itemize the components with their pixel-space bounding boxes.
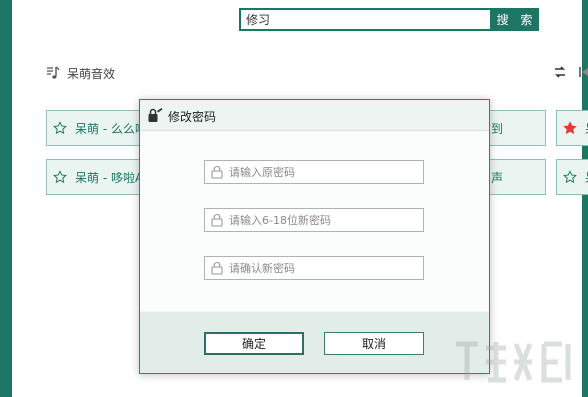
lock-edit-icon bbox=[148, 108, 163, 122]
tile-label: 呆萌 - 哆啦A bbox=[75, 170, 144, 185]
search-input[interactable] bbox=[239, 8, 490, 31]
sound-tile[interactable]: 呆 bbox=[556, 159, 588, 195]
confirm-password-input[interactable] bbox=[229, 261, 409, 275]
confirm-button[interactable]: 确定 bbox=[204, 332, 304, 355]
tile-label: 呆萌 - 么么哒 bbox=[75, 121, 147, 136]
new-password-field bbox=[204, 208, 424, 232]
padlock-icon bbox=[211, 214, 223, 227]
shuffle-icon[interactable] bbox=[552, 64, 568, 80]
star-icon[interactable] bbox=[563, 170, 577, 184]
dialog-title: 修改密码 bbox=[168, 110, 217, 124]
right-accent-strip bbox=[582, 0, 588, 397]
dialog-footer bbox=[140, 312, 489, 373]
left-accent-strip bbox=[0, 0, 12, 397]
dialog-titlebar: 修改密码 bbox=[140, 100, 489, 131]
confirm-password-field bbox=[204, 256, 424, 280]
padlock-icon bbox=[211, 166, 223, 179]
padlock-icon bbox=[211, 262, 223, 275]
new-password-input[interactable] bbox=[229, 213, 409, 227]
playback-controls bbox=[552, 64, 588, 80]
skip-previous-icon[interactable] bbox=[576, 64, 588, 80]
section-header: 呆萌音效 bbox=[45, 64, 115, 82]
search-button[interactable]: 搜 索 bbox=[490, 8, 539, 31]
music-note-icon bbox=[47, 66, 60, 79]
old-password-field bbox=[204, 160, 424, 184]
sound-tile[interactable]: 呆 bbox=[556, 110, 588, 146]
dialog-body bbox=[140, 131, 489, 311]
tile-label: 声 bbox=[491, 170, 504, 185]
star-icon[interactable] bbox=[53, 170, 67, 184]
star-icon[interactable] bbox=[53, 121, 67, 135]
watermark-logo bbox=[456, 341, 571, 383]
tile-label: 到 bbox=[491, 121, 504, 136]
section-title: 呆萌音效 bbox=[67, 66, 116, 81]
cancel-button[interactable]: 取消 bbox=[324, 332, 424, 355]
star-icon[interactable] bbox=[563, 121, 577, 135]
old-password-input[interactable] bbox=[229, 165, 409, 179]
change-password-dialog: 修改密码 确定 取消 bbox=[139, 99, 490, 374]
search-bar: 搜 索 bbox=[239, 8, 539, 31]
